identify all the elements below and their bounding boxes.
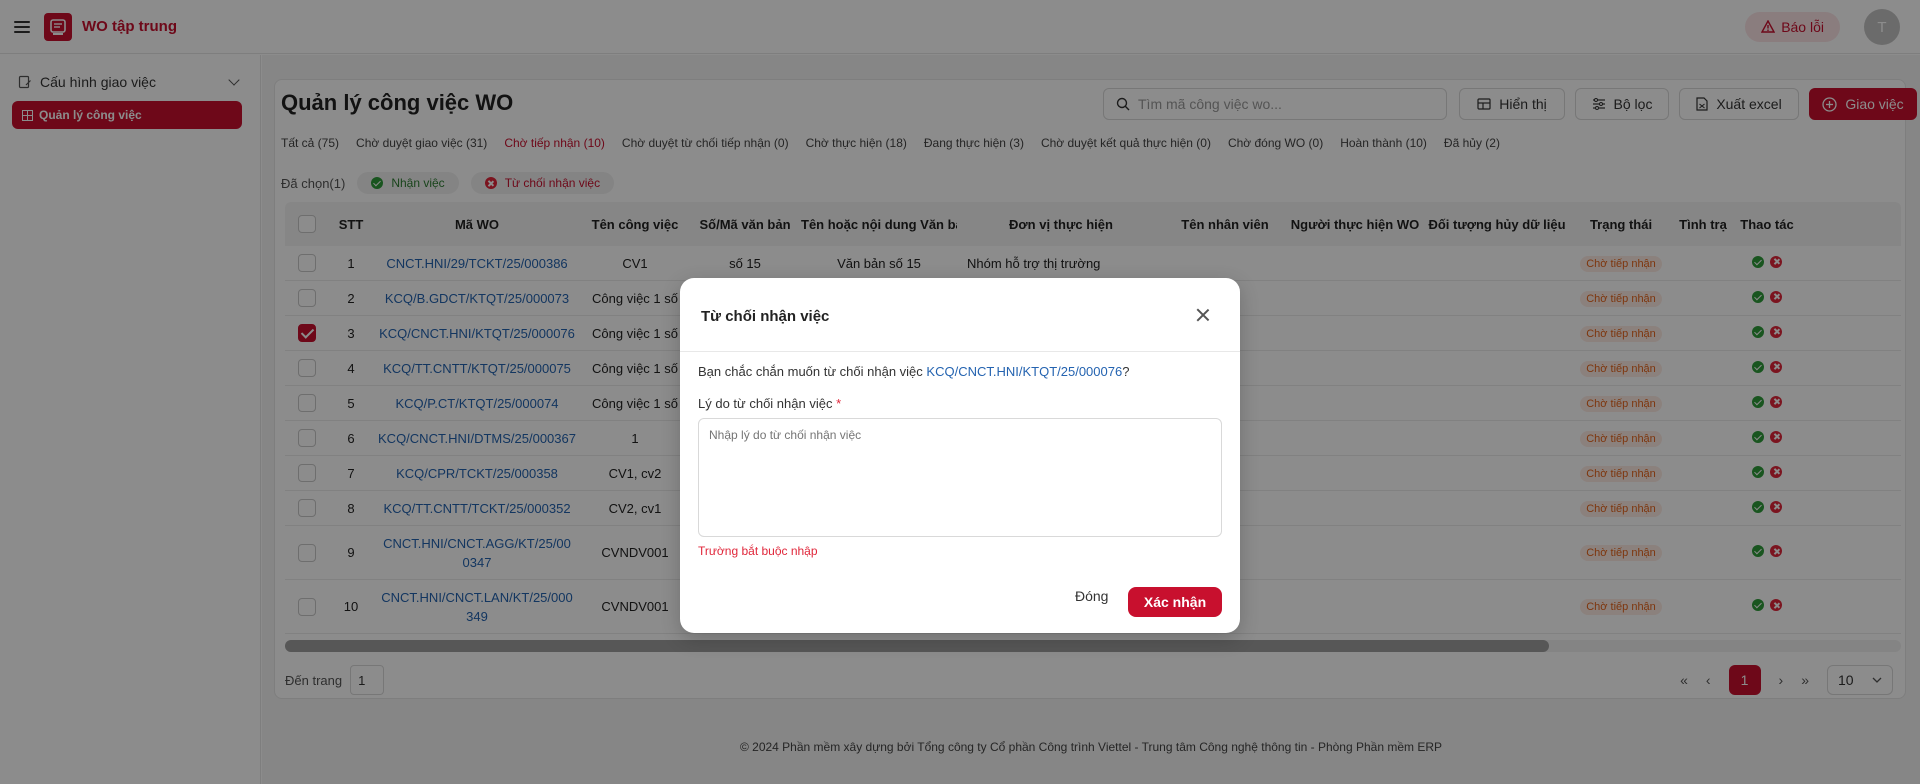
reject-dialog: Từ chối nhận việc Bạn chắc chắn muốn từ …	[680, 278, 1240, 633]
required-mark: *	[836, 396, 842, 411]
reason-label: Lý do từ chối nhận việc *	[698, 396, 841, 411]
confirm-button[interactable]: Xác nhận	[1128, 587, 1222, 617]
divider	[680, 351, 1240, 352]
dialog-message: Bạn chắc chắn muốn từ chối nhận việc KCQ…	[698, 364, 1129, 379]
reason-textarea[interactable]	[698, 418, 1222, 537]
message-suffix: ?	[1122, 364, 1130, 379]
message-prefix: Bạn chắc chắn muốn từ chối nhận việc	[698, 364, 927, 379]
dialog-title: Từ chối nhận việc	[701, 308, 830, 325]
cancel-button[interactable]: Đóng	[1075, 588, 1108, 604]
close-icon[interactable]	[1194, 306, 1212, 324]
reason-label-text: Lý do từ chối nhận việc	[698, 396, 833, 411]
message-wo-code: KCQ/CNCT.HNI/KTQT/25/000076	[926, 364, 1123, 379]
error-message: Trường bắt buộc nhập	[698, 544, 818, 558]
